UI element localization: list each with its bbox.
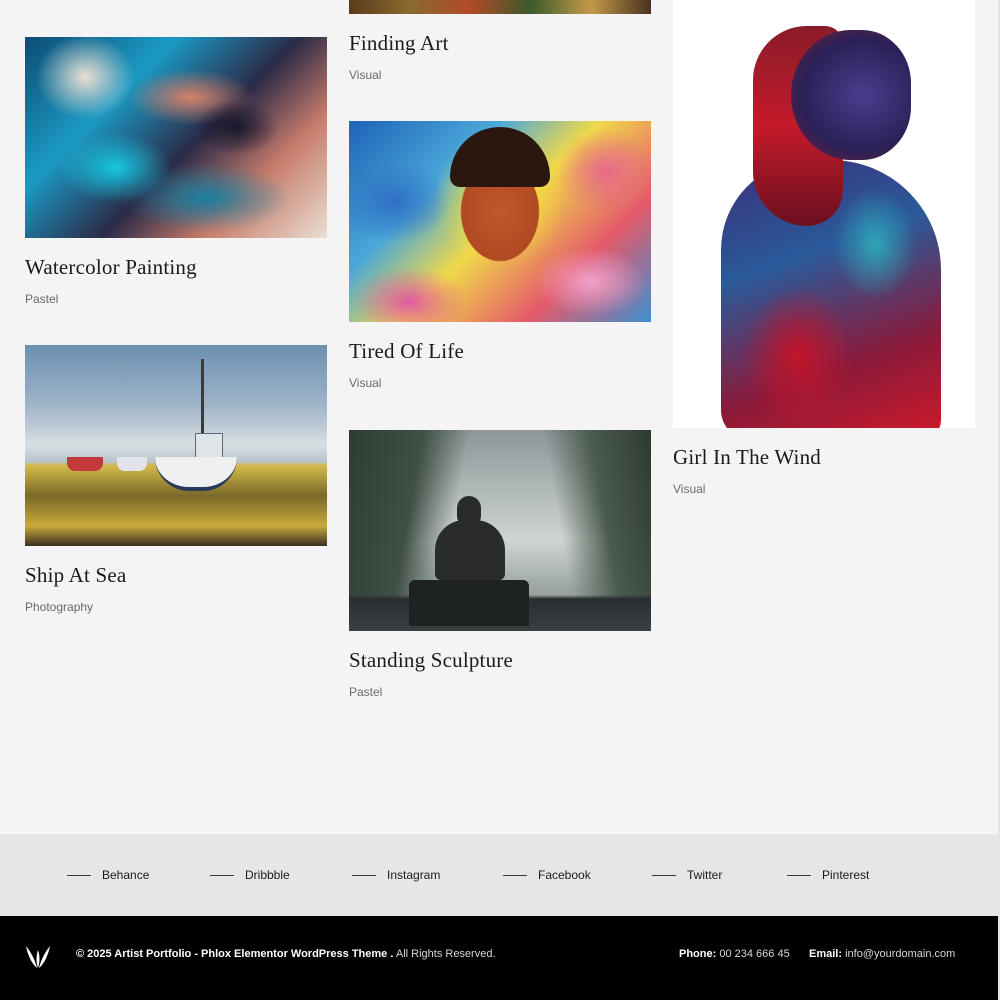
social-link-label: Facebook xyxy=(538,868,591,882)
phone-label: Phone: xyxy=(679,948,717,960)
portfolio-card-girl-in-the-wind[interactable]: Girl In The Wind Visual xyxy=(673,0,975,496)
card-title[interactable]: Watercolor Painting xyxy=(25,255,197,280)
social-link-label: Instagram xyxy=(387,868,441,882)
ship-at-sea-image[interactable] xyxy=(25,345,327,546)
leaf-logo-icon[interactable] xyxy=(24,942,52,970)
portfolio-card-finding-art[interactable]: Finding Art Visual xyxy=(349,0,651,82)
card-category: Pastel xyxy=(349,685,383,699)
phone-value: 00 234 666 45 xyxy=(716,948,790,960)
social-links-bar: Behance Dribbble Instagram Facebook Twit… xyxy=(0,834,998,916)
social-link-label: Dribbble xyxy=(245,868,290,882)
small-boat-shape xyxy=(117,457,147,471)
small-boat-shape xyxy=(67,457,103,471)
watercolor-painting-image[interactable] xyxy=(25,37,327,238)
social-link-facebook[interactable]: Facebook xyxy=(503,834,591,916)
email-label: Email: xyxy=(809,948,843,960)
social-link-label: Pinterest xyxy=(822,868,870,882)
card-category: Pastel xyxy=(25,292,59,306)
tired-of-life-image[interactable] xyxy=(349,121,651,322)
statue-base-shape xyxy=(409,580,529,626)
portfolio-card-tired-of-life[interactable]: Tired Of Life Visual xyxy=(349,121,651,390)
copyright-bold: © 2025 Artist Portfolio - Phlox Elemento… xyxy=(76,948,394,960)
footer-email-link[interactable]: Email: info@yourdomain.com xyxy=(809,948,955,960)
card-category: Photography xyxy=(25,600,94,614)
card-title[interactable]: Girl In The Wind xyxy=(673,445,821,470)
card-title[interactable]: Standing Sculpture xyxy=(349,648,513,673)
dash-icon xyxy=(787,874,811,876)
social-link-label: Twitter xyxy=(687,868,723,882)
copyright-rest: All Rights Reserved. xyxy=(393,948,496,960)
footer-phone: Phone: 00 234 666 45 xyxy=(679,948,790,960)
finding-art-image[interactable] xyxy=(349,0,651,14)
social-link-instagram[interactable]: Instagram xyxy=(352,834,440,916)
dash-icon xyxy=(352,874,376,876)
social-link-behance[interactable]: Behance xyxy=(67,834,149,916)
social-link-pinterest[interactable]: Pinterest xyxy=(787,834,869,916)
email-value: info@yourdomain.com xyxy=(842,948,956,960)
site-footer: © 2025 Artist Portfolio - Phlox Elemento… xyxy=(0,916,998,1000)
girl-in-the-wind-image[interactable] xyxy=(673,0,975,428)
standing-sculpture-image[interactable] xyxy=(349,430,651,631)
card-category: Visual xyxy=(349,376,382,390)
portfolio-card-ship-at-sea[interactable]: Ship At Sea Photography xyxy=(25,345,327,614)
social-link-label: Behance xyxy=(102,868,150,882)
dash-icon xyxy=(67,874,91,876)
figure-head-shape xyxy=(791,30,911,160)
card-title[interactable]: Ship At Sea xyxy=(25,563,126,588)
ship-hull-shape xyxy=(155,457,237,491)
dash-icon xyxy=(652,874,676,876)
statue-body-shape xyxy=(435,520,505,580)
portrait-hair-shape xyxy=(450,127,550,187)
social-link-twitter[interactable]: Twitter xyxy=(652,834,722,916)
statue-head-shape xyxy=(457,496,481,526)
portfolio-card-standing-sculpture[interactable]: Standing Sculpture Pastel xyxy=(349,430,651,699)
ship-cabin-shape xyxy=(195,433,223,459)
dash-icon xyxy=(210,874,234,876)
copyright-text: © 2025 Artist Portfolio - Phlox Elemento… xyxy=(76,948,496,960)
card-title[interactable]: Tired Of Life xyxy=(349,339,464,364)
card-category: Visual xyxy=(349,68,382,82)
card-title[interactable]: Finding Art xyxy=(349,31,449,56)
dash-icon xyxy=(503,874,527,876)
card-category: Visual xyxy=(673,482,706,496)
social-link-dribbble[interactable]: Dribbble xyxy=(210,834,290,916)
portfolio-card-watercolor-painting[interactable]: Watercolor Painting Pastel xyxy=(25,37,327,306)
